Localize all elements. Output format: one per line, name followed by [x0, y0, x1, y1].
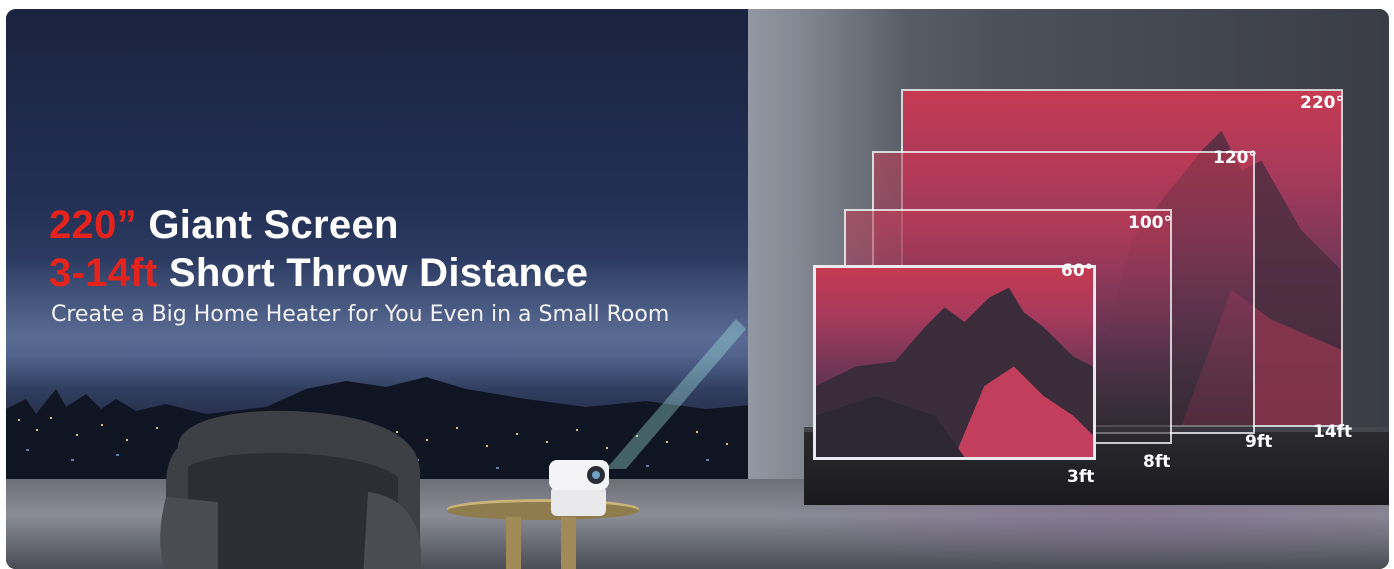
screen-size-label-100: 100°: [1128, 213, 1172, 233]
distance-label-14ft: 14ft: [1313, 422, 1353, 442]
headline-text-distance: Short Throw Distance: [157, 251, 589, 295]
mountain-silhouette: [816, 287, 1093, 457]
screen-60: [813, 265, 1096, 460]
headline-text-size: Giant Screen: [136, 203, 399, 247]
headline-line-2: 3-14ft Short Throw Distance: [49, 249, 588, 297]
headline: 220” Giant Screen 3-14ft Short Throw Dis…: [49, 201, 588, 297]
distance-label-8ft: 8ft: [1143, 452, 1171, 472]
distance-label-9ft: 9ft: [1245, 432, 1273, 452]
headline-accent-size: 220”: [49, 203, 137, 247]
subtitle: Create a Big Home Heater for You Even in…: [51, 302, 670, 327]
headline-accent-distance: 3-14ft: [49, 251, 158, 295]
screen-size-label-220: 220°: [1300, 93, 1344, 113]
product-banner: 220° 120° 100° 60° 3ft 8ft 9ft 14ft 220”…: [6, 9, 1389, 569]
headline-line-1: 220” Giant Screen: [49, 201, 588, 249]
screen-size-label-120: 120°: [1213, 148, 1257, 168]
screen-size-label-60: 60°: [1061, 261, 1094, 281]
armchair-image: [160, 410, 422, 569]
projector-device-image: [549, 460, 609, 516]
distance-label-3ft: 3ft: [1067, 467, 1095, 487]
projection-light-beam: [606, 319, 746, 469]
